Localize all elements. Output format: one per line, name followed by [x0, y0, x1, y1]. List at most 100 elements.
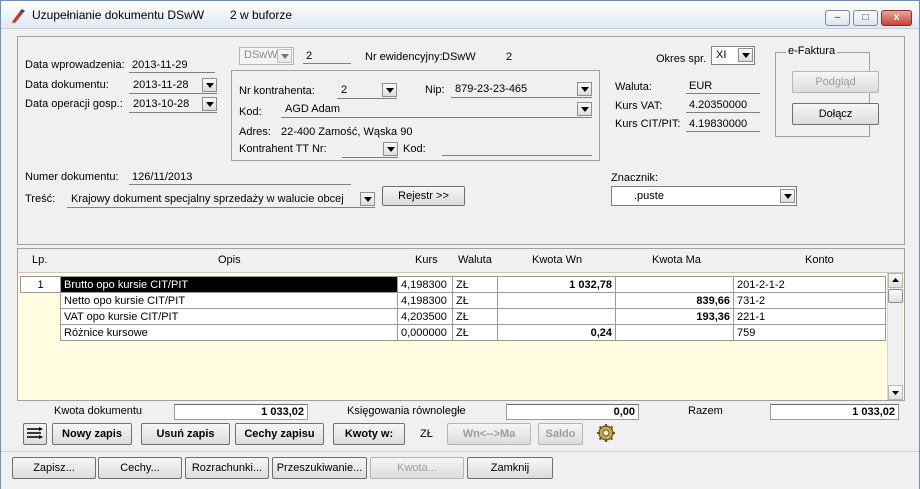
column-konto[interactable]: Konto	[805, 254, 834, 266]
row-kurs[interactable]: 4,198300	[397, 276, 453, 293]
row-kwota-wn[interactable]: 1 032,78	[497, 276, 616, 293]
column-lp[interactable]: Lp.	[32, 254, 47, 266]
dropdown-arrow-icon[interactable]	[360, 192, 375, 206]
table-row[interactable]: 1 Brutto opo kursie CIT/PIT 4,198300 ZŁ …	[20, 276, 886, 293]
adres-label: Adres:	[239, 126, 271, 138]
column-kwota-ma[interactable]: Kwota Ma	[652, 254, 701, 266]
numer-dokumentu-field[interactable]: 126/11/2013	[129, 170, 351, 185]
row-waluta[interactable]: ZŁ	[452, 292, 498, 309]
zamknij-button[interactable]: Zamknij	[467, 457, 553, 479]
nr-ewidencyjny-number: 2	[506, 51, 513, 63]
okres-combo[interactable]: XI	[711, 46, 755, 65]
dropdown-arrow-icon[interactable]	[277, 49, 292, 63]
app-pen-icon	[12, 9, 25, 24]
row-opis[interactable]: VAT opo kursie CIT/PIT	[60, 308, 398, 325]
wn-ma-button[interactable]: Wn<-->Ma	[447, 423, 531, 445]
calculator-gear-icon	[597, 424, 615, 442]
data-dokumentu-value: 2013-11-28	[133, 79, 189, 91]
data-operacji-combo[interactable]: 2013-10-28	[129, 96, 217, 113]
dropdown-arrow-icon[interactable]	[738, 48, 753, 62]
podglad-button[interactable]: Podgląd	[792, 71, 879, 93]
scroll-down-arrow-icon[interactable]	[888, 385, 903, 400]
table-row[interactable]: Różnice kursowe 0,000000 ZŁ 0,24 759	[20, 324, 886, 341]
scroll-up-arrow-icon[interactable]	[888, 273, 903, 288]
okres-value: XI	[716, 49, 727, 61]
dropdown-arrow-icon[interactable]	[382, 83, 397, 97]
doc-type-combo[interactable]: DSwW	[239, 47, 294, 65]
column-opis[interactable]: Opis	[218, 254, 241, 266]
row-waluta[interactable]: ZŁ	[452, 324, 498, 341]
kod-combo[interactable]: AGD Adam	[281, 101, 592, 118]
row-kwota-wn[interactable]: 0,24	[497, 324, 616, 341]
data-wprowadzenia-field[interactable]: 2013-11-29	[129, 58, 215, 73]
row-kwota-ma[interactable]	[615, 276, 734, 293]
kurs-cit-field[interactable]: 4.19830000	[686, 117, 760, 132]
kontrahent-tt-label: Kontrahent TT Nr:	[239, 143, 327, 155]
kurs-vat-field[interactable]: 4.20350000	[686, 98, 760, 113]
dropdown-arrow-icon[interactable]	[780, 189, 795, 203]
calculator-gear-button[interactable]	[595, 423, 617, 443]
kwoty-w-button[interactable]: Kwoty w:	[333, 423, 405, 445]
kontrahent-tt-combo[interactable]	[342, 141, 398, 158]
row-opis[interactable]: Różnice kursowe	[60, 324, 398, 341]
row-kwota-ma[interactable]: 839,66	[615, 292, 734, 309]
grid-scrollbar[interactable]	[887, 273, 903, 400]
przeszukiwanie-button[interactable]: Przeszukiwanie...	[272, 457, 367, 479]
row-opis[interactable]: Netto opo kursie CIT/PIT	[60, 292, 398, 309]
rejestr-button[interactable]: Rejestr >>	[382, 186, 465, 206]
tresc-combo[interactable]: Krajowy dokument specjalny sprzedaży w w…	[67, 191, 375, 208]
usun-zapis-button[interactable]: Usuń zapis	[141, 423, 230, 445]
row-kurs[interactable]: 4,203500	[397, 308, 453, 325]
row-konto[interactable]: 221-1	[733, 308, 886, 325]
entries-table: 1 Brutto opo kursie CIT/PIT 4,198300 ZŁ …	[20, 276, 886, 341]
row-waluta[interactable]: ZŁ	[452, 276, 498, 293]
znacznik-combo[interactable]: .puste	[611, 186, 797, 206]
maximize-button[interactable]: □	[853, 10, 878, 26]
dolacz-button[interactable]: Dołącz	[792, 103, 879, 125]
row-kwota-ma[interactable]: 193,36	[615, 308, 734, 325]
dropdown-arrow-icon[interactable]	[202, 78, 217, 92]
minimize-button[interactable]: –	[825, 10, 850, 26]
nip-combo[interactable]: 879-23-23-465	[451, 81, 592, 98]
column-waluta[interactable]: Waluta	[458, 254, 492, 266]
close-button[interactable]: x	[881, 10, 912, 26]
row-kwota-wn[interactable]	[497, 308, 616, 325]
row-opis[interactable]: Brutto opo kursie CIT/PIT	[60, 276, 398, 293]
title-bar: Uzupełnianie dokumentu DSwW 2 w buforze …	[1, 1, 919, 29]
scroll-thumb[interactable]	[888, 289, 903, 303]
zapisz-button[interactable]: Zapisz...	[12, 457, 96, 479]
row-lp	[20, 308, 61, 325]
dropdown-arrow-icon[interactable]	[577, 82, 592, 96]
saldo-button[interactable]: Saldo	[538, 423, 583, 445]
kurs-cit-label: Kurs CIT/PIT:	[615, 118, 681, 130]
menu-lines-button[interactable]	[23, 423, 47, 445]
doc-number-field[interactable]: 2	[303, 49, 351, 64]
column-kurs[interactable]: Kurs	[415, 254, 438, 266]
chevron-up-icon	[892, 278, 899, 282]
cechy-button[interactable]: Cechy...	[98, 457, 182, 479]
menu-lines-icon	[27, 427, 43, 439]
row-kurs[interactable]: 0,000000	[397, 324, 453, 341]
row-kurs[interactable]: 4,198300	[397, 292, 453, 309]
row-konto[interactable]: 759	[733, 324, 886, 341]
cechy-zapisu-button[interactable]: Cechy zapisu	[235, 423, 324, 445]
tt-kod-field[interactable]	[442, 141, 592, 156]
rozrachunki-button[interactable]: Rozrachunki...	[185, 457, 269, 479]
nr-kontrahenta-label: Nr kontrahenta:	[239, 85, 315, 97]
table-row[interactable]: Netto opo kursie CIT/PIT 4,198300 ZŁ 839…	[20, 292, 886, 309]
row-kwota-ma[interactable]	[615, 324, 734, 341]
table-row[interactable]: VAT opo kursie CIT/PIT 4,203500 ZŁ 193,3…	[20, 308, 886, 325]
dropdown-arrow-icon[interactable]	[577, 102, 592, 116]
dropdown-arrow-icon[interactable]	[202, 97, 217, 111]
nr-kontrahenta-combo[interactable]: 2	[337, 82, 397, 99]
row-kwota-wn[interactable]	[497, 292, 616, 309]
data-dokumentu-combo[interactable]: 2013-11-28	[129, 77, 217, 94]
row-konto[interactable]: 731-2	[733, 292, 886, 309]
row-waluta[interactable]: ZŁ	[452, 308, 498, 325]
column-kwota-wn[interactable]: Kwota Wn	[532, 254, 582, 266]
document-window: Uzupełnianie dokumentu DSwW 2 w buforze …	[0, 0, 920, 489]
dropdown-arrow-icon[interactable]	[383, 142, 398, 156]
row-konto[interactable]: 201-2-1-2	[733, 276, 886, 293]
kwota-button[interactable]: Kwota...	[370, 457, 464, 479]
nowy-zapis-button[interactable]: Nowy zapis	[52, 423, 132, 445]
